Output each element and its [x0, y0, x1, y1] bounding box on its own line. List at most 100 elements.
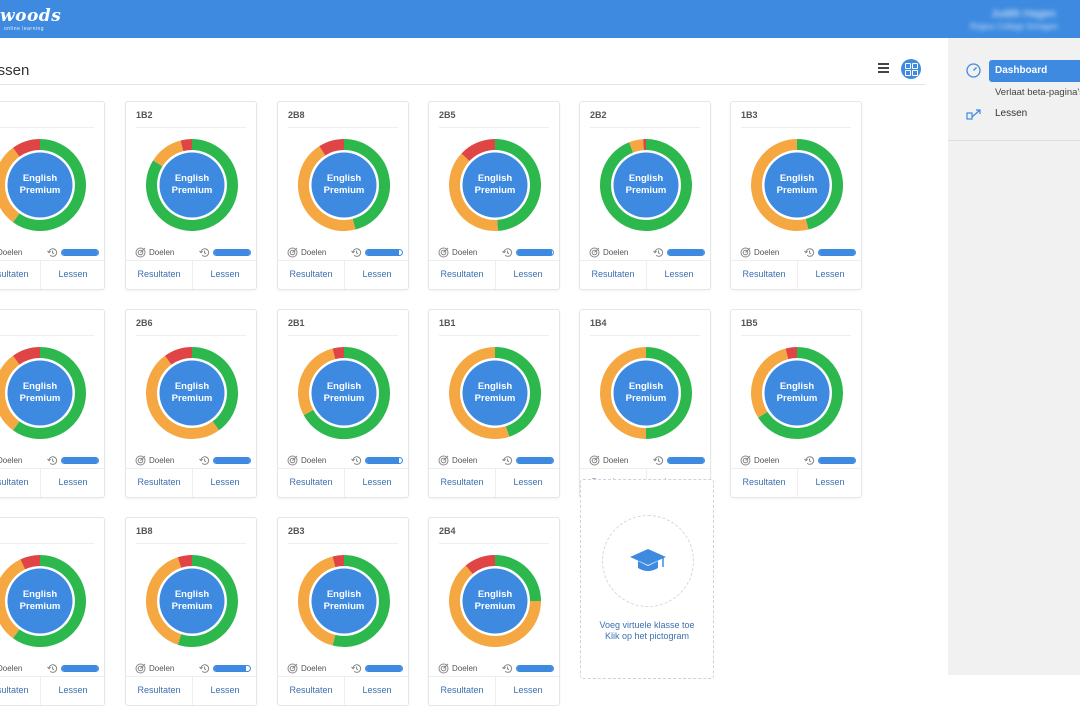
progress-fill [366, 666, 402, 671]
goals-link[interactable]: Doelen [754, 248, 779, 257]
history-icon[interactable] [199, 455, 210, 466]
history-icon[interactable] [47, 247, 58, 258]
app-logo[interactable]: woods [0, 6, 61, 26]
lessons-button[interactable]: Lessen [192, 261, 258, 289]
results-button[interactable]: Resultaten [429, 469, 496, 497]
lessons-button[interactable]: Lessen [192, 677, 258, 705]
lessons-button[interactable]: Lessen [797, 261, 863, 289]
goals-link[interactable]: Doelen [452, 248, 477, 257]
lessons-button[interactable]: Lessen [344, 261, 410, 289]
grid-view-icon[interactable] [901, 59, 921, 79]
lessons-button[interactable]: Lessen [40, 677, 106, 705]
results-button[interactable]: Resultaten [731, 261, 798, 289]
goals-link[interactable]: Doelen [452, 664, 477, 673]
history-icon[interactable] [199, 663, 210, 674]
lessons-button[interactable]: Lessen [192, 469, 258, 497]
user-name[interactable]: Judith Hagen [991, 8, 1056, 20]
course-label-line1: English [175, 173, 209, 186]
class-card[interactable]: EnglishPremiumDoelenResultatenLessen [0, 309, 105, 498]
results-button[interactable]: Resultaten [429, 261, 496, 289]
goals-link[interactable]: Doelen [754, 456, 779, 465]
class-card[interactable]: 2B5EnglishPremiumDoelenResultatenLessen [428, 101, 560, 290]
history-icon[interactable] [47, 663, 58, 674]
history-icon[interactable] [502, 663, 513, 674]
lessons-button[interactable]: Lessen [40, 469, 106, 497]
lessons-button[interactable]: Lessen [646, 261, 712, 289]
results-button[interactable]: Resultaten [0, 677, 41, 705]
add-class-hint[interactable]: Klik op het pictogram [581, 631, 713, 641]
history-icon[interactable] [804, 455, 815, 466]
results-button[interactable]: Resultaten [278, 261, 345, 289]
class-card[interactable]: 1B8EnglishPremiumDoelenResultatenLessen [125, 517, 257, 706]
history-icon[interactable] [502, 247, 513, 258]
sidebar-item-leave-beta[interactable]: Verlaat beta-pagina's [995, 87, 1080, 98]
results-button[interactable]: Resultaten [126, 677, 193, 705]
class-name: 2B1 [288, 318, 305, 328]
goals-link[interactable]: Doelen [149, 248, 174, 257]
class-card[interactable]: 1B4EnglishPremiumDoelenResultatenLessen [579, 309, 711, 498]
results-button[interactable]: Resultaten [580, 261, 647, 289]
history-icon[interactable] [47, 455, 58, 466]
add-class-text[interactable]: Voeg virtuele klasse toe [581, 620, 713, 630]
results-button[interactable]: Resultaten [278, 677, 345, 705]
goals-link[interactable]: Doelen [0, 664, 22, 673]
progress-bar [61, 665, 99, 672]
lessons-button[interactable]: Lessen [344, 677, 410, 705]
lessons-button[interactable]: Lessen [797, 469, 863, 497]
history-icon[interactable] [653, 455, 664, 466]
class-card[interactable]: 1B1EnglishPremiumDoelenResultatenLessen [428, 309, 560, 498]
history-icon[interactable] [351, 455, 362, 466]
goals-link[interactable]: Doelen [149, 456, 174, 465]
results-button[interactable]: Resultaten [278, 469, 345, 497]
goals-link[interactable]: Doelen [452, 456, 477, 465]
goals-link[interactable]: Doelen [149, 664, 174, 673]
add-virtual-class-card[interactable]: Voeg virtuele klasse toe Klik op het pic… [580, 479, 714, 679]
results-button[interactable]: Resultaten [429, 677, 496, 705]
card-footer: ResultatenLessen [126, 676, 256, 705]
lessons-button[interactable]: Lessen [495, 677, 561, 705]
card-divider [439, 543, 549, 544]
sidebar-item-lessons[interactable]: Lessen [995, 108, 1027, 119]
history-icon[interactable] [351, 663, 362, 674]
class-card[interactable]: 2B3EnglishPremiumDoelenResultatenLessen [277, 517, 409, 706]
class-card[interactable]: 2B6EnglishPremiumDoelenResultatenLessen [125, 309, 257, 498]
goals-link[interactable]: Doelen [603, 248, 628, 257]
history-icon[interactable] [502, 455, 513, 466]
class-card[interactable]: 2B8EnglishPremiumDoelenResultatenLessen [277, 101, 409, 290]
lessons-button[interactable]: Lessen [495, 469, 561, 497]
class-card[interactable]: 2B2EnglishPremiumDoelenResultatenLessen [579, 101, 711, 290]
class-card[interactable]: EnglishPremiumDoelenResultatenLessen [0, 517, 105, 706]
class-card[interactable]: 1B5EnglishPremiumDoelenResultatenLessen [730, 309, 862, 498]
sidebar-item-dashboard[interactable]: Dashboard [989, 60, 1080, 82]
history-icon[interactable] [804, 247, 815, 258]
goals-link[interactable]: Doelen [0, 456, 22, 465]
lessons-button[interactable]: Lessen [40, 261, 106, 289]
goals-link[interactable]: Doelen [0, 248, 22, 257]
sidebar-divider [948, 140, 1080, 141]
lessons-button[interactable]: Lessen [495, 261, 561, 289]
progress-bar [365, 665, 403, 672]
goals-link[interactable]: Doelen [301, 664, 326, 673]
history-icon[interactable] [199, 247, 210, 258]
history-icon[interactable] [351, 247, 362, 258]
history-icon[interactable] [653, 247, 664, 258]
class-card[interactable]: 2B4EnglishPremiumDoelenResultatenLessen [428, 517, 560, 706]
results-button[interactable]: Resultaten [0, 469, 41, 497]
results-button[interactable]: Resultaten [126, 261, 193, 289]
goals-link[interactable]: Doelen [301, 248, 326, 257]
progress-fill [214, 666, 246, 671]
results-button[interactable]: Resultaten [0, 261, 41, 289]
list-view-icon[interactable] [878, 63, 892, 75]
goals-link[interactable]: Doelen [603, 456, 628, 465]
class-card[interactable]: 2B1EnglishPremiumDoelenResultatenLessen [277, 309, 409, 498]
goals-link[interactable]: Doelen [301, 456, 326, 465]
class-card[interactable]: 1B2EnglishPremiumDoelenResultatenLessen [125, 101, 257, 290]
results-button[interactable]: Resultaten [126, 469, 193, 497]
course-label-line1: English [175, 381, 209, 394]
card-divider [741, 335, 851, 336]
lessons-button[interactable]: Lessen [344, 469, 410, 497]
results-button[interactable]: Resultaten [731, 469, 798, 497]
class-card[interactable]: EnglishPremiumDoelenResultatenLessen [0, 101, 105, 290]
graduation-cap-icon[interactable] [629, 547, 667, 575]
class-card[interactable]: 1B3EnglishPremiumDoelenResultatenLessen [730, 101, 862, 290]
